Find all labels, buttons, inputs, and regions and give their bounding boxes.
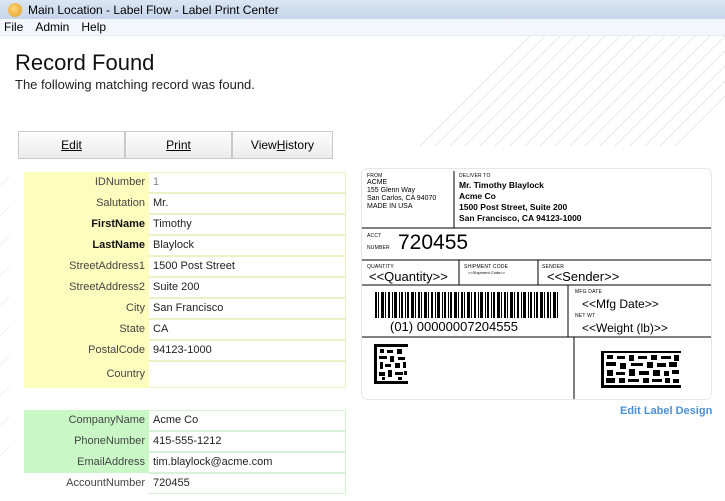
field-row-idnumber: IDNumber 1 bbox=[24, 172, 346, 193]
field-row-state: State CA bbox=[24, 319, 346, 340]
deliver-title: DELIVER TO bbox=[459, 173, 491, 179]
field-row-emailaddress: EmailAddress tim.blaylock@acme.com bbox=[24, 452, 346, 473]
field-row-accountnumber: AccountNumber 720455 bbox=[24, 473, 346, 494]
quantity-value: <<Quantity>> bbox=[369, 269, 448, 284]
country-value bbox=[149, 361, 346, 388]
view-history-label-suffix: istory bbox=[285, 138, 315, 152]
mfg-date-title: MFG DATE bbox=[575, 289, 603, 295]
field-row-companyname: CompanyName Acme Co bbox=[24, 410, 346, 431]
view-history-label-access-key: H bbox=[276, 138, 286, 152]
print-button-label: Print bbox=[166, 138, 191, 152]
sender-value: <<Sender>> bbox=[547, 269, 620, 284]
lastname-label: LastName bbox=[24, 235, 149, 256]
state-value: CA bbox=[149, 319, 346, 340]
label-preview: FROM ACME 155 Glenn Way San Carlos, CA 9… bbox=[362, 169, 711, 399]
salutation-label: Salutation bbox=[24, 193, 149, 214]
salutation-value: Mr. bbox=[149, 193, 346, 214]
title-bar: Main Location - Label Flow - Label Print… bbox=[0, 0, 725, 19]
net-weight-title: NET WT bbox=[575, 313, 596, 319]
shipment-code-value: <<Shipment Code>> bbox=[468, 270, 505, 275]
deliver-address: Mr. Timothy Blaylock Acme Co 1500 Post S… bbox=[459, 180, 582, 224]
from-line-3: San Carlos, CA 94070 bbox=[367, 195, 437, 202]
from-address: ACME 155 Glenn Way San Carlos, CA 94070 … bbox=[367, 179, 436, 211]
postalcode-value: 94123-1000 bbox=[149, 340, 346, 361]
datamatrix-code-small bbox=[374, 344, 408, 384]
acct-title-line1: ACCT bbox=[367, 233, 382, 239]
lastname-value: Blaylock bbox=[149, 235, 346, 256]
field-row-city: City San Francisco bbox=[24, 298, 346, 319]
phonenumber-label: PhoneNumber bbox=[24, 431, 149, 452]
deliver-line-4: San Francisco, CA 94123-1000 bbox=[459, 213, 582, 223]
field-row-lastname: LastName Blaylock bbox=[24, 235, 346, 256]
companyname-label: CompanyName bbox=[24, 410, 149, 431]
menu-bar: File Admin Help bbox=[0, 19, 725, 36]
record-fields: IDNumber 1 Salutation Mr. FirstName Timothy… bbox=[24, 172, 346, 388]
idnumber-value: 1 bbox=[149, 172, 346, 193]
edit-label-design-link[interactable]: Edit Label Design bbox=[620, 405, 712, 417]
view-history-button[interactable]: View History bbox=[232, 131, 333, 159]
firstname-value: Timothy bbox=[149, 214, 346, 235]
barcode-text: (01) 00000007204555 bbox=[390, 319, 518, 334]
field-row-phonenumber: PhoneNumber 415-555-1212 bbox=[24, 431, 346, 452]
field-row-firstname: FirstName Timothy bbox=[24, 214, 346, 235]
deliver-line-3: 1500 Post Street, Suite 200 bbox=[459, 202, 568, 212]
app-icon bbox=[8, 2, 22, 17]
phonenumber-value: 415-555-1212 bbox=[149, 431, 346, 452]
field-row-streetaddress1: StreetAddress1 1500 Post Street bbox=[24, 256, 346, 277]
field-row-salutation: Salutation Mr. bbox=[24, 193, 346, 214]
gs1-barcode bbox=[375, 292, 558, 318]
menu-file[interactable]: File bbox=[4, 20, 23, 34]
streetaddress2-label: StreetAddress2 bbox=[24, 277, 149, 298]
menu-admin[interactable]: Admin bbox=[35, 20, 69, 34]
from-line-1: ACME bbox=[367, 179, 388, 186]
company-fields: CompanyName Acme Co PhoneNumber 415-555-12… bbox=[24, 410, 346, 494]
from-line-4: MADE IN USA bbox=[367, 203, 413, 210]
firstname-label: FirstName bbox=[24, 214, 149, 235]
datamatrix-code-large bbox=[601, 351, 681, 388]
print-button[interactable]: Print bbox=[125, 131, 232, 159]
streetaddress2-value: Suite 200 bbox=[149, 277, 346, 298]
net-weight-value: <<Weight (lb)>> bbox=[582, 321, 668, 335]
page-subtitle: The following matching record was found. bbox=[15, 77, 255, 92]
window-title: Main Location - Label Flow - Label Print… bbox=[28, 2, 279, 17]
city-label: City bbox=[24, 298, 149, 319]
field-row-country: Country bbox=[24, 361, 346, 388]
edit-button[interactable]: Edit bbox=[18, 131, 125, 159]
from-line-2: 155 Glenn Way bbox=[367, 187, 415, 194]
menu-help[interactable]: Help bbox=[81, 20, 106, 34]
emailaddress-value: tim.blaylock@acme.com bbox=[149, 452, 346, 473]
idnumber-label: IDNumber bbox=[24, 172, 149, 193]
companyname-value: Acme Co bbox=[149, 410, 346, 431]
acct-title-line2: NUMBER bbox=[367, 245, 390, 251]
accountnumber-label: AccountNumber bbox=[24, 473, 149, 494]
page-title: Record Found bbox=[15, 50, 155, 75]
postalcode-label: PostalCode bbox=[24, 340, 149, 361]
edit-button-label: Edit bbox=[61, 138, 82, 152]
city-value: San Francisco bbox=[149, 298, 346, 319]
deliver-line-2: Acme Co bbox=[459, 191, 496, 201]
field-row-postalcode: PostalCode 94123-1000 bbox=[24, 340, 346, 361]
streetaddress1-value: 1500 Post Street bbox=[149, 256, 346, 277]
deliver-line-1: Mr. Timothy Blaylock bbox=[459, 180, 544, 190]
accountnumber-value: 720455 bbox=[149, 473, 346, 494]
state-label: State bbox=[24, 319, 149, 340]
country-label: Country bbox=[24, 361, 149, 388]
view-history-label-prefix: View bbox=[250, 138, 277, 152]
record-toolbar: Edit Print View History bbox=[18, 131, 333, 159]
mfg-date-value: <<Mfg Date>> bbox=[582, 297, 659, 311]
emailaddress-label: EmailAddress bbox=[24, 452, 149, 473]
field-row-streetaddress2: StreetAddress2 Suite 200 bbox=[24, 277, 346, 298]
acct-number: 720455 bbox=[398, 231, 469, 254]
streetaddress1-label: StreetAddress1 bbox=[24, 256, 149, 277]
